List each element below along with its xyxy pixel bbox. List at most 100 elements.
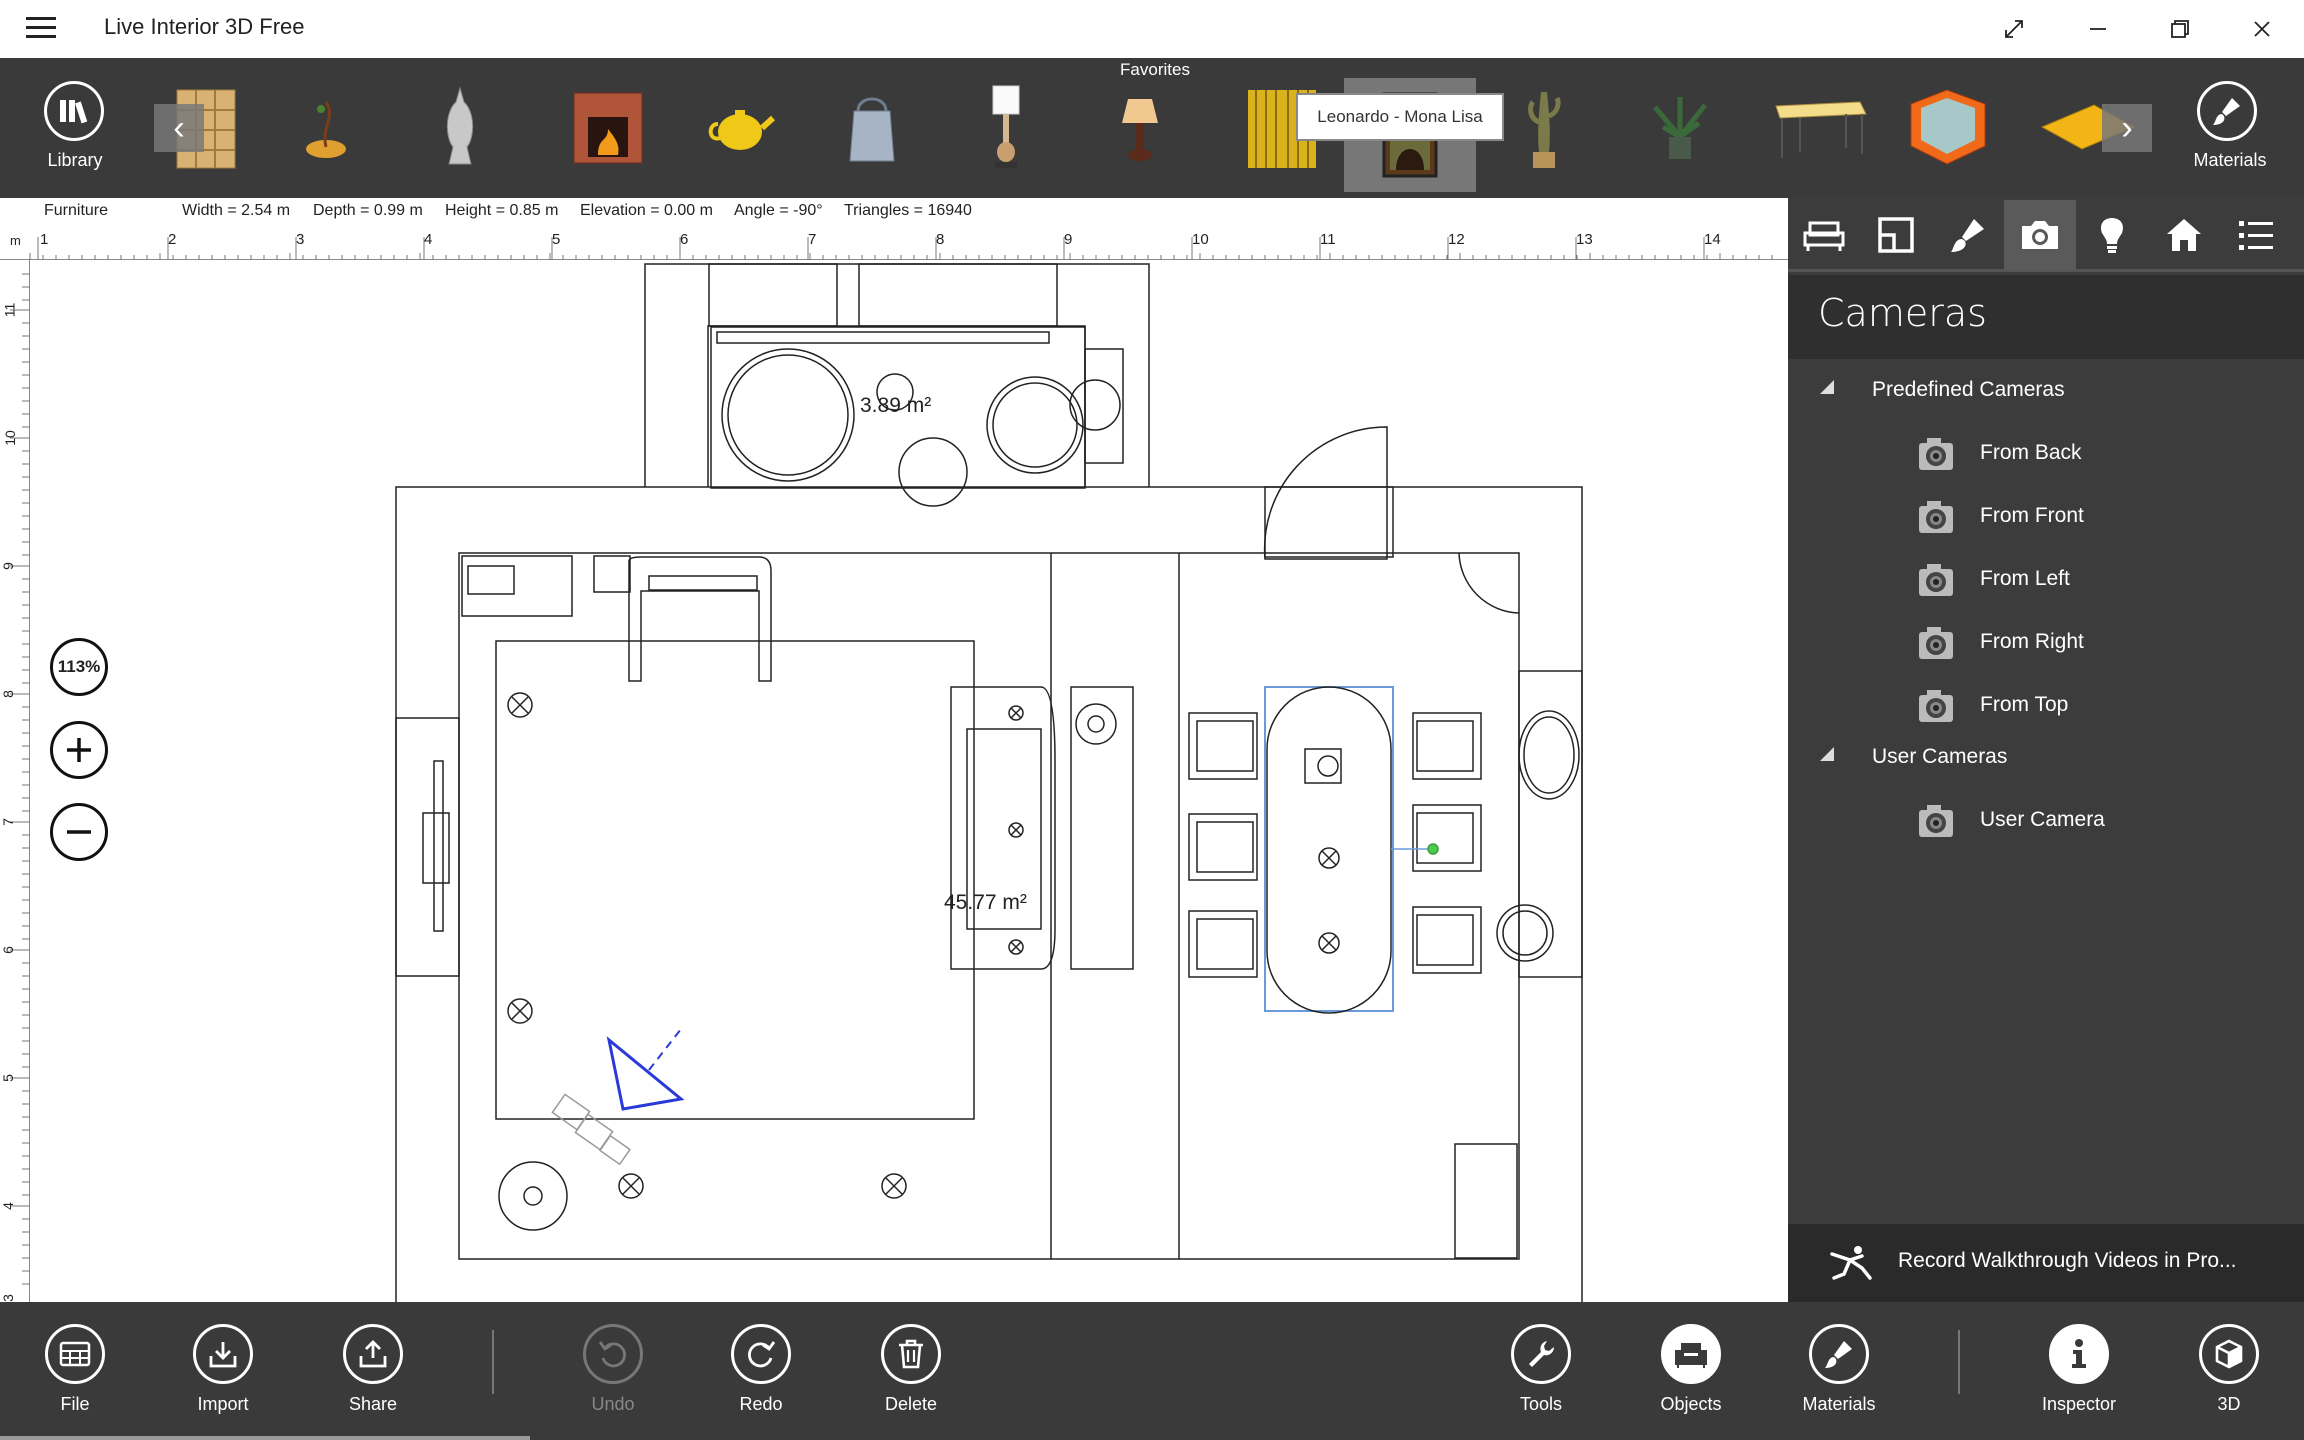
predefined-cameras-group[interactable]: Predefined Cameras xyxy=(1788,368,2304,412)
share-icon xyxy=(359,1340,387,1368)
delete-label: Delete xyxy=(884,1394,938,1414)
camera-label: From Back xyxy=(1980,441,2082,464)
camera-item[interactable]: From Top xyxy=(1788,675,2304,735)
selection-info-bar: Furniture Width = 2.54 m Depth = 0.99 m … xyxy=(0,198,1788,225)
collapse-triangle-icon xyxy=(1820,747,1834,761)
import-label: Import xyxy=(197,1394,249,1414)
camera-item[interactable]: From Left xyxy=(1788,549,2304,609)
potted-palm-thumbnail[interactable] xyxy=(1620,78,1740,176)
tab-cameras[interactable] xyxy=(2004,200,2076,270)
list-icon xyxy=(2239,221,2273,250)
import-button[interactable]: Import xyxy=(168,1324,278,1415)
ruler-tick: 5 xyxy=(0,1074,16,1082)
record-walkthrough-banner[interactable]: Record Walkthrough Videos in Pro... xyxy=(1788,1224,2304,1302)
close-icon[interactable] xyxy=(2220,0,2304,58)
teapot-thumbnail[interactable] xyxy=(680,78,800,176)
inspector-button[interactable]: Inspector xyxy=(2024,1324,2134,1415)
thumbnails-next-arrow[interactable]: › xyxy=(2102,104,2152,152)
library-icon xyxy=(60,100,88,124)
objects-label: Objects xyxy=(1660,1394,1722,1414)
info-width: Width = 2.54 m xyxy=(182,202,291,219)
redo-button[interactable]: Redo xyxy=(706,1324,816,1415)
file-button[interactable]: File xyxy=(20,1324,130,1415)
fireplace-thumbnail[interactable] xyxy=(548,78,668,176)
floor-plan-canvas[interactable]: 3.89 m² 45.77 m² xyxy=(31,261,1788,1302)
ruler-tick: 11 xyxy=(1,302,18,318)
import-icon xyxy=(209,1342,237,1368)
share-button[interactable]: Share xyxy=(318,1324,428,1415)
table-lamp-thumbnail[interactable] xyxy=(946,78,1066,176)
undo-button[interactable]: Undo xyxy=(558,1324,668,1415)
info-depth: Depth = 0.99 m xyxy=(313,202,423,219)
library-label: Library xyxy=(47,150,103,170)
tab-building[interactable] xyxy=(2148,200,2220,270)
trash-icon xyxy=(899,1339,923,1369)
wall-lamp-thumbnail[interactable] xyxy=(1080,78,1200,176)
materials-top-button[interactable] xyxy=(2197,81,2257,141)
table-thumbnail[interactable] xyxy=(1760,78,1880,176)
tools-button[interactable]: Tools xyxy=(1486,1324,1596,1415)
ruler-tick: 9 xyxy=(1064,231,1073,248)
home-icon xyxy=(2167,219,2201,251)
thumbnails-prev-arrow[interactable]: ‹ xyxy=(154,104,204,152)
bonsai-thumbnail[interactable] xyxy=(266,78,386,176)
ruler-tick: 7 xyxy=(808,231,817,248)
camera-item[interactable]: From Back xyxy=(1788,423,2304,483)
user-cameras-group[interactable]: User Cameras xyxy=(1788,735,2304,779)
tab-lights[interactable] xyxy=(2076,200,2148,270)
materials-bottom-button[interactable]: Materials xyxy=(1784,1324,1894,1415)
glass-table-thumbnail[interactable] xyxy=(1888,78,2008,176)
camera-item[interactable]: From Right xyxy=(1788,612,2304,672)
camera-item[interactable]: From Front xyxy=(1788,486,2304,546)
ruler-tick: 5 xyxy=(552,231,561,248)
info-triangles: Triangles = 16940 xyxy=(844,202,972,219)
room-area-main: 45.77 m² xyxy=(944,891,1027,914)
zoom-out-button[interactable] xyxy=(50,803,108,861)
undo-label: Undo xyxy=(591,1394,635,1414)
horizontal-scrollbar[interactable] xyxy=(0,1436,530,1440)
zoom-in-button[interactable] xyxy=(50,721,108,779)
tab-floor-plan[interactable] xyxy=(1860,200,1932,270)
file-label: File xyxy=(60,1394,90,1414)
info-category: Furniture xyxy=(44,202,109,219)
camera-icon xyxy=(2022,221,2058,249)
minimize-icon[interactable] xyxy=(2056,0,2140,58)
3d-button[interactable]: 3D xyxy=(2174,1324,2284,1415)
fullscreen-icon[interactable] xyxy=(1972,0,2056,58)
3d-label: 3D xyxy=(2217,1394,2241,1414)
camera-icon xyxy=(1919,501,1953,533)
collapse-triangle-icon xyxy=(1820,380,1834,394)
camera-label: User Camera xyxy=(1980,808,2105,831)
info-angle: Angle = -90° xyxy=(734,202,823,219)
library-button[interactable] xyxy=(44,81,104,141)
ruler-tick: 12 xyxy=(1448,231,1465,248)
info-height: Height = 0.85 m xyxy=(445,202,559,219)
sofa-icon xyxy=(1803,221,1845,251)
ruler-tick: 14 xyxy=(1704,231,1721,248)
file-grid-icon xyxy=(59,1341,91,1367)
vase-thumbnail[interactable] xyxy=(400,78,520,176)
share-label: Share xyxy=(348,1394,398,1414)
tab-materials[interactable] xyxy=(1932,200,2004,270)
camera-icon xyxy=(1919,438,1953,470)
objects-button[interactable]: Objects xyxy=(1636,1324,1746,1415)
top-toolbar: Library Favorites ‹ › Materials Leonardo… xyxy=(0,58,2304,198)
zoom-level-indicator[interactable]: 113% xyxy=(50,638,108,696)
camera-label: From Left xyxy=(1980,567,2070,590)
ruler-tick: 2 xyxy=(168,231,177,248)
bottom-toolbar: File Import Share Undo Redo Delete Tools… xyxy=(0,1302,2304,1440)
camera-icon xyxy=(1919,805,1953,837)
restore-icon[interactable] xyxy=(2138,0,2222,58)
ruler-tick: 4 xyxy=(424,231,433,248)
tab-furniture[interactable] xyxy=(1788,200,1860,270)
hamburger-menu-icon[interactable] xyxy=(26,17,56,39)
camera-item[interactable]: User Camera xyxy=(1788,790,2304,850)
item-tooltip: Leonardo - Mona Lisa xyxy=(1296,93,1504,141)
tab-list[interactable] xyxy=(2220,200,2292,270)
delete-button[interactable]: Delete xyxy=(856,1324,966,1415)
kettle-thumbnail[interactable] xyxy=(812,78,932,176)
armchair-icon xyxy=(1675,1343,1707,1368)
info-icon xyxy=(2072,1339,2086,1368)
record-walkthrough-text: Record Walkthrough Videos in Pro... xyxy=(1898,1249,2237,1272)
ruler-tick: 10 xyxy=(1,430,18,446)
